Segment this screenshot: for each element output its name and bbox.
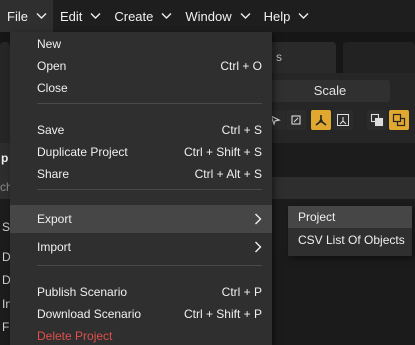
menu-item-label: Close <box>37 81 68 95</box>
menu-item-label: Save <box>37 123 65 137</box>
background-canvas-area <box>272 255 415 345</box>
menu-item-close[interactable]: Close <box>10 77 272 99</box>
menu-item-label: New <box>37 37 62 51</box>
menu-item-label: Duplicate Project <box>37 145 128 159</box>
chevron-down-icon <box>298 12 309 20</box>
chevron-down-icon <box>240 12 251 20</box>
resize-tool-button[interactable] <box>286 110 306 130</box>
layer-back-icon <box>392 113 406 127</box>
menu-item-label: Open <box>37 59 67 73</box>
menu-item-label: Share <box>37 167 70 181</box>
move-tool-icon <box>314 113 328 127</box>
scale-label: Scale <box>313 83 347 98</box>
scale-field[interactable]: Scale <box>270 80 390 102</box>
menu-item-open[interactable]: Open Ctrl + O <box>10 55 272 77</box>
background-list-item[interactable]: S <box>2 220 10 234</box>
menu-item-shortcut: Ctrl + O <box>220 59 262 73</box>
menu-item-import[interactable]: Import <box>10 236 272 258</box>
layer-front-icon <box>370 113 384 127</box>
background-tab[interactable] <box>343 42 415 73</box>
menu-create-label: Create <box>114 8 154 24</box>
menubar: File Edit Create Window Help <box>0 0 415 32</box>
background-list-item[interactable]: F <box>2 320 9 334</box>
menu-item-shortcut: Ctrl + S <box>221 123 262 137</box>
menu-separator <box>37 103 262 104</box>
menu-item-shortcut: Ctrl + Alt + S <box>194 167 262 181</box>
menu-window[interactable]: Window <box>178 0 256 32</box>
background-tab-label: s <box>276 50 282 64</box>
menu-edit-label: Edit <box>59 8 83 24</box>
menu-item-shortcut: Ctrl + Shift + P <box>183 307 262 321</box>
menu-item-label: Export <box>37 212 72 226</box>
menu-item-shortcut: Ctrl + Shift + S <box>183 145 262 159</box>
background-tab[interactable]: s <box>270 42 336 73</box>
menu-item-label: Import <box>37 240 72 254</box>
submenu-item-label: CSV List Of Objects <box>298 233 405 247</box>
menu-separator <box>37 265 262 266</box>
menu-item-save[interactable]: Save Ctrl + S <box>10 119 272 141</box>
chevron-down-icon <box>90 12 101 20</box>
menu-edit[interactable]: Edit <box>53 0 107 32</box>
submenu-item-project[interactable]: Project <box>288 206 412 228</box>
chevron-right-icon <box>254 241 262 253</box>
menu-window-label: Window <box>185 8 232 24</box>
background-tab[interactable] <box>0 42 10 73</box>
chevron-down-icon <box>36 12 47 20</box>
menu-help-label: Help <box>263 8 291 24</box>
menu-item-label: Delete Project <box>37 329 113 343</box>
menu-item-delete-project[interactable]: Delete Project <box>10 325 272 345</box>
menu-item-share[interactable]: Share Ctrl + Alt + S <box>10 163 272 185</box>
chevron-right-icon <box>254 213 262 225</box>
submenu-item-csv-list[interactable]: CSV List Of Objects <box>288 229 412 251</box>
anchor-tool-button[interactable] <box>333 110 353 130</box>
submenu-item-label: Project <box>298 210 336 224</box>
layer-front-button[interactable] <box>367 110 387 130</box>
menu-item-publish-scenario[interactable]: Publish Scenario Ctrl + P <box>10 281 272 303</box>
menu-item-label: Download Scenario <box>37 307 142 321</box>
menu-help[interactable]: Help <box>257 0 316 32</box>
menu-item-shortcut: Ctrl + P <box>221 285 262 299</box>
menu-item-label: Publish Scenario <box>37 285 128 299</box>
menu-create[interactable]: Create <box>107 0 178 32</box>
layer-back-button[interactable] <box>389 110 409 130</box>
export-submenu: Project CSV List Of Objects <box>288 206 412 256</box>
menu-item-duplicate-project[interactable]: Duplicate Project Ctrl + Shift + S <box>10 141 272 163</box>
anchor-tool-icon <box>336 113 350 127</box>
resize-tool-icon <box>290 114 302 126</box>
file-menu-dropdown: New Open Ctrl + O Close Save Ctrl + S Du… <box>10 32 272 345</box>
menu-item-download-scenario[interactable]: Download Scenario Ctrl + Shift + P <box>10 303 272 325</box>
menu-item-export[interactable]: Export <box>10 205 272 233</box>
menu-item-new[interactable]: New <box>10 33 272 55</box>
chevron-down-icon <box>161 12 172 20</box>
menu-file[interactable]: File <box>0 0 53 32</box>
move-tool-button[interactable] <box>311 110 331 130</box>
menu-file-label: File <box>7 8 28 24</box>
menu-separator <box>37 189 262 190</box>
background-panel-tab-label: p <box>1 151 9 165</box>
